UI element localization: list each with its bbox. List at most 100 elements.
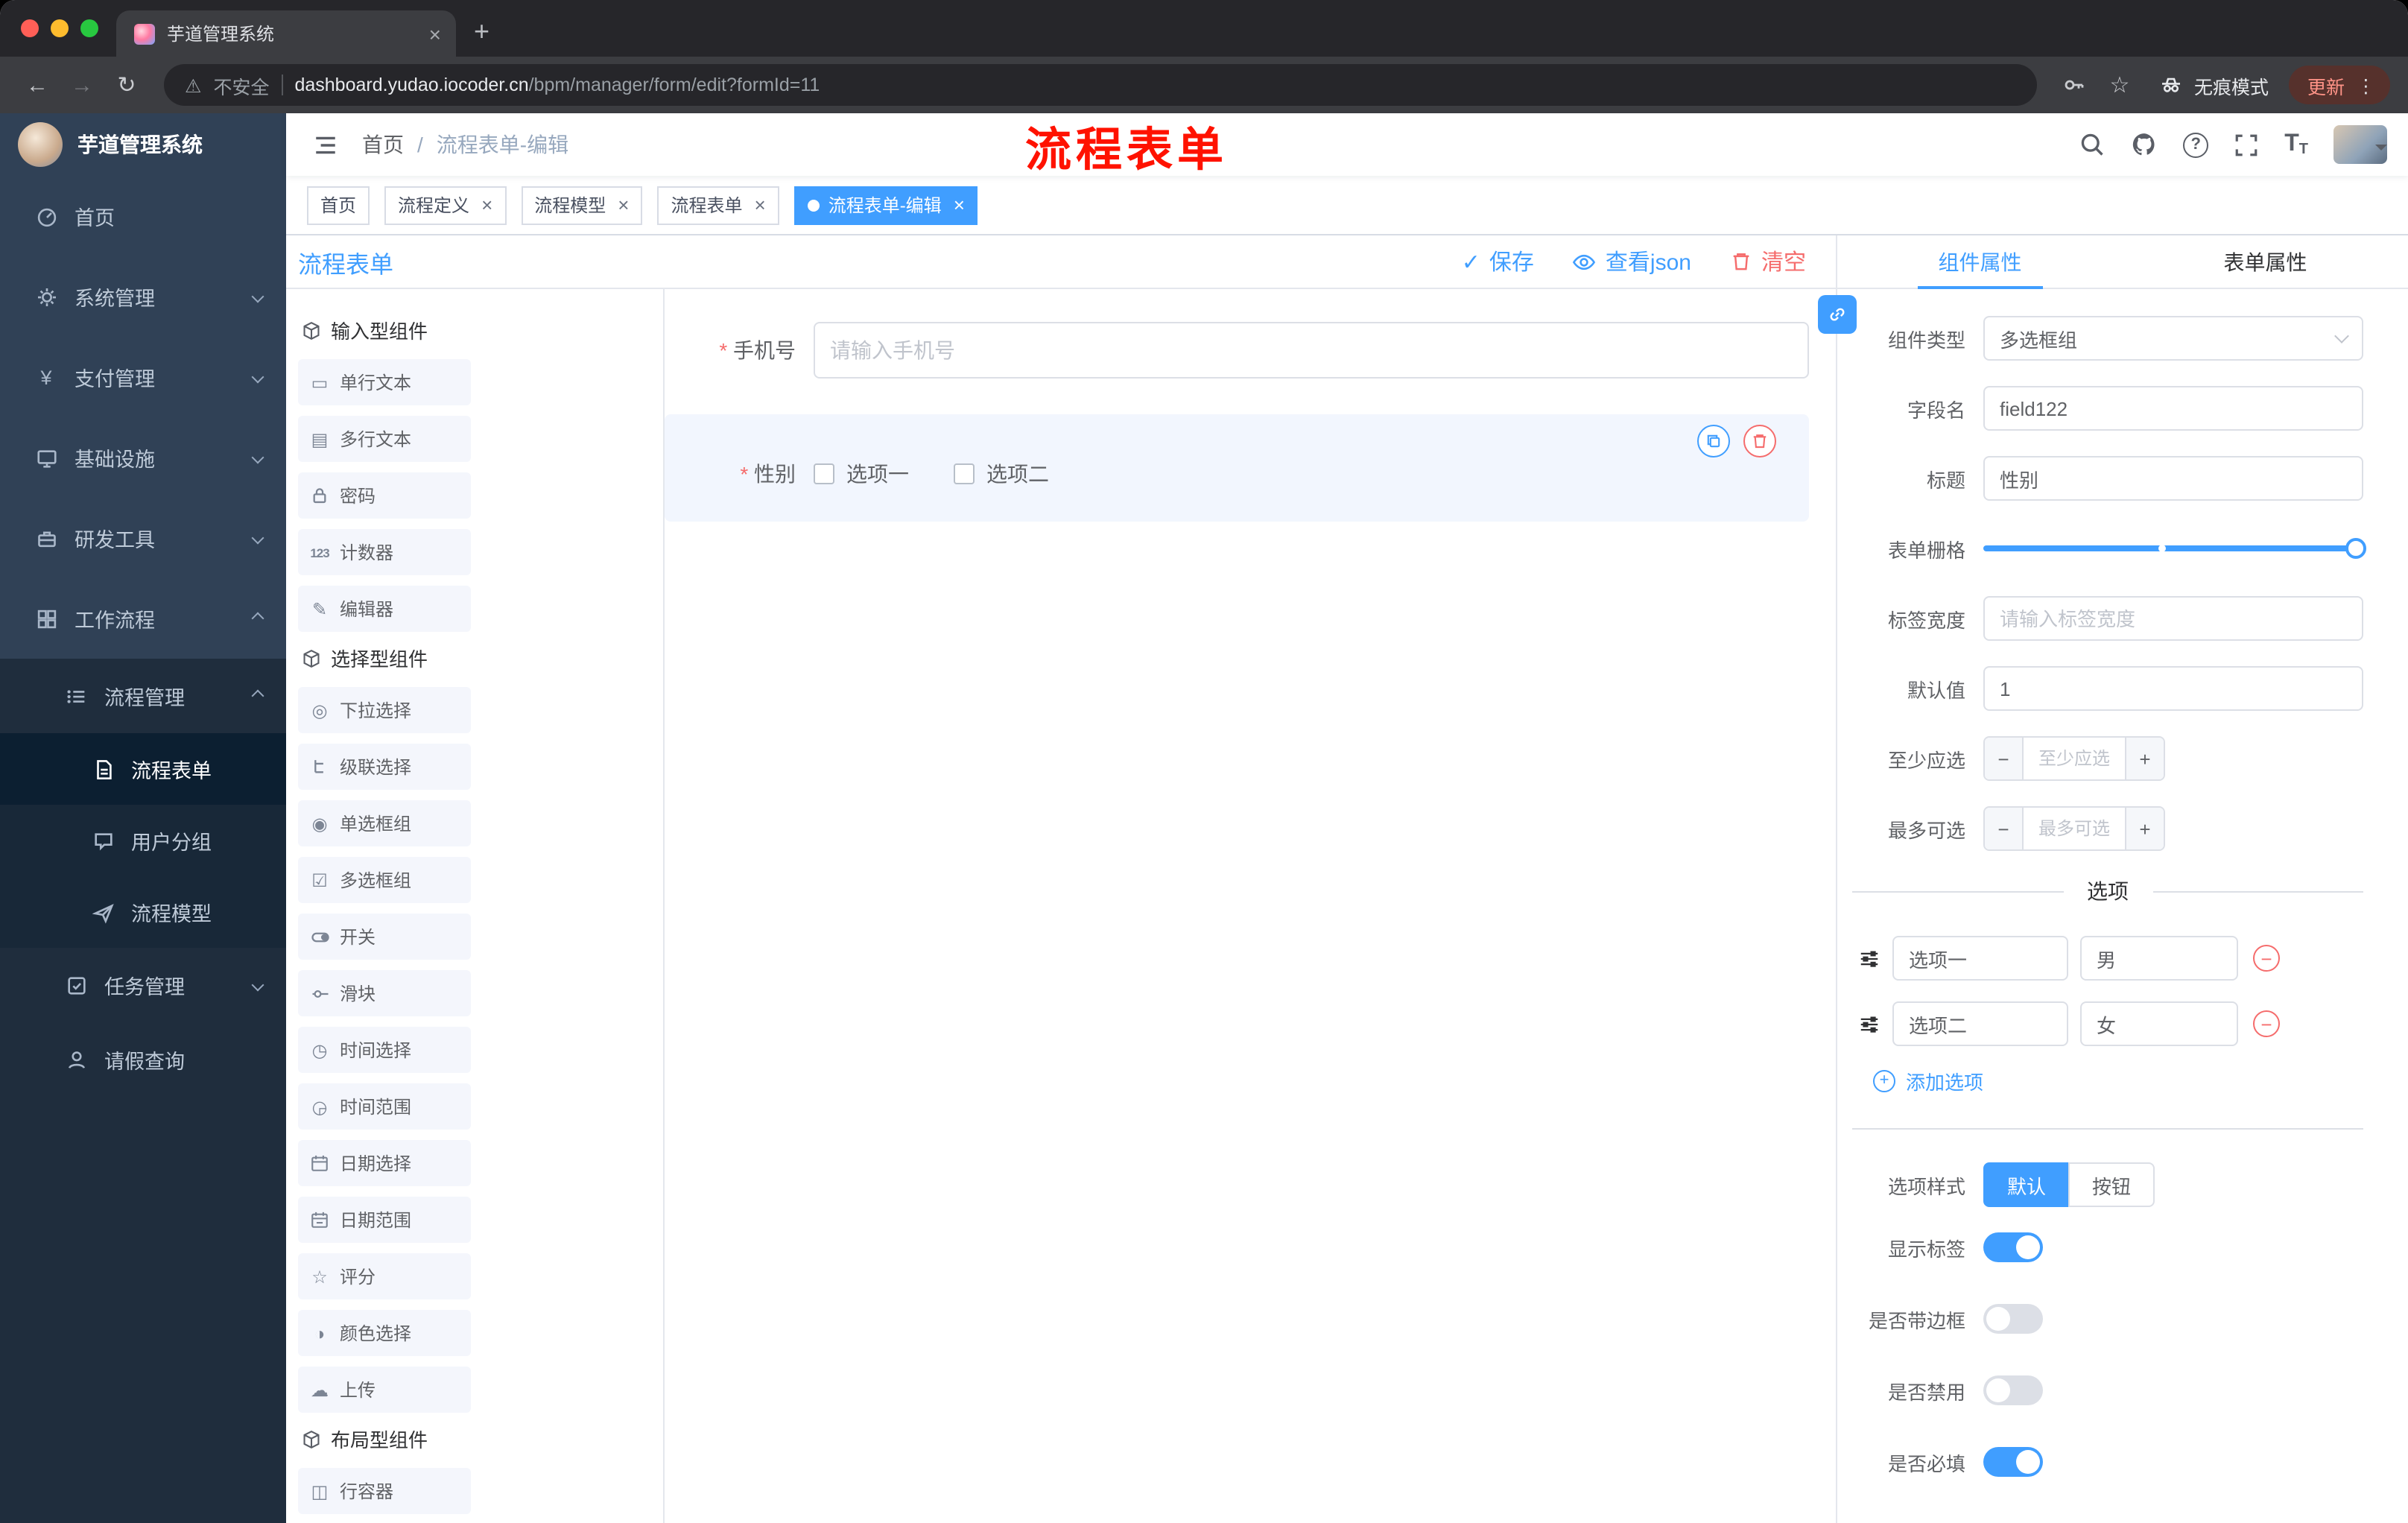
bookmark-star-icon[interactable]: ☆ bbox=[2100, 66, 2139, 104]
comp-rate[interactable]: ☆ 评分 bbox=[298, 1253, 471, 1299]
tab-form-props[interactable]: 表单属性 bbox=[2123, 235, 2408, 288]
comp-color-picker[interactable]: ◑ 颜色选择 bbox=[298, 1310, 471, 1356]
option-label-input[interactable] bbox=[1892, 936, 2068, 981]
tag-home[interactable]: 首页 bbox=[307, 186, 370, 224]
checkbox-icon[interactable] bbox=[954, 463, 975, 484]
minus-button[interactable]: − bbox=[1985, 808, 2024, 849]
save-button[interactable]: ✓ 保存 bbox=[1462, 246, 1534, 277]
window-close-button[interactable] bbox=[21, 19, 39, 37]
back-icon[interactable]: ← bbox=[18, 66, 57, 104]
close-icon[interactable]: × bbox=[481, 194, 492, 216]
style-default-button[interactable]: 默认 bbox=[1983, 1162, 2070, 1207]
sidebar-item-user-group[interactable]: 用户分组 bbox=[0, 805, 286, 876]
comp-date-range[interactable]: 日期范围 bbox=[298, 1197, 471, 1243]
option-value-input[interactable] bbox=[2080, 1001, 2238, 1046]
font-size-icon[interactable]: TT bbox=[2284, 131, 2308, 158]
address-bar[interactable]: ⚠ 不安全 dashboard.yudao.iocoder.cn/bpm/man… bbox=[164, 64, 2038, 106]
menu-dots-icon[interactable]: ⋮ bbox=[2357, 74, 2375, 96]
close-icon[interactable]: × bbox=[954, 194, 965, 216]
tag-process-form[interactable]: 流程表单 × bbox=[657, 186, 779, 224]
password-key-icon[interactable] bbox=[2056, 66, 2094, 104]
drag-handle-icon[interactable] bbox=[1858, 947, 1881, 969]
sidebar-item-infrastructure[interactable]: 基础设施 bbox=[0, 417, 286, 498]
title-input[interactable] bbox=[1983, 456, 2363, 501]
comp-date-picker[interactable]: 日期选择 bbox=[298, 1140, 471, 1186]
comp-password[interactable]: 密码 bbox=[298, 472, 471, 519]
comp-editor[interactable]: ✎ 编辑器 bbox=[298, 586, 471, 632]
window-minimize-button[interactable] bbox=[51, 19, 69, 37]
security-label[interactable]: 不安全 bbox=[213, 71, 269, 99]
sidebar-item-system[interactable]: 系统管理 bbox=[0, 256, 286, 337]
slider-handle[interactable] bbox=[2345, 538, 2366, 559]
browser-update-button[interactable]: 更新 ⋮ bbox=[2289, 66, 2390, 104]
comp-checkbox-group[interactable]: ☑ 多选框组 bbox=[298, 857, 471, 903]
max-select-input[interactable] bbox=[2024, 808, 2125, 849]
sidebar-item-process-form[interactable]: 流程表单 bbox=[0, 733, 286, 805]
disabled-toggle[interactable] bbox=[1983, 1375, 2043, 1405]
sidebar-item-task-management[interactable]: 任务管理 bbox=[0, 948, 286, 1022]
comp-slider[interactable]: 滑块 bbox=[298, 970, 471, 1016]
sidebar-item-process-model[interactable]: 流程模型 bbox=[0, 876, 286, 948]
new-tab-button[interactable]: + bbox=[474, 16, 489, 48]
copy-widget-button[interactable] bbox=[1697, 425, 1730, 457]
comp-switch[interactable]: 开关 bbox=[298, 914, 471, 960]
reload-icon[interactable]: ↻ bbox=[107, 66, 146, 104]
grid-slider[interactable] bbox=[1983, 526, 2366, 571]
view-json-button[interactable]: 查看json bbox=[1573, 246, 1691, 277]
github-icon[interactable] bbox=[2131, 131, 2158, 158]
comp-upload[interactable]: ☁ 上传 bbox=[298, 1367, 471, 1413]
default-value-input[interactable] bbox=[1983, 666, 2363, 711]
sidebar-item-workflow[interactable]: 工作流程 bbox=[0, 578, 286, 659]
browser-tab[interactable]: 芋道管理系统 × bbox=[116, 10, 456, 57]
sidebar-logo[interactable]: 芋道管理系统 bbox=[0, 113, 286, 176]
component-type-select[interactable]: 多选框组 bbox=[1983, 316, 2363, 361]
comp-single-line-text[interactable]: ▭ 单行文本 bbox=[298, 359, 471, 405]
comp-select[interactable]: ◎ 下拉选择 bbox=[298, 687, 471, 733]
window-zoom-button[interactable] bbox=[80, 19, 98, 37]
gender-widget-selected[interactable]: 性别 选项一 选项二 bbox=[665, 414, 1809, 522]
comp-multi-line-text[interactable]: ▤ 多行文本 bbox=[298, 416, 471, 462]
close-icon[interactable]: × bbox=[755, 194, 766, 216]
phone-field-row[interactable]: 手机号 bbox=[665, 322, 1809, 379]
style-button-button[interactable]: 按钮 bbox=[2068, 1162, 2155, 1207]
close-icon[interactable]: × bbox=[618, 194, 629, 216]
tab-component-props[interactable]: 组件属性 bbox=[1837, 235, 2123, 288]
user-menu[interactable] bbox=[2333, 125, 2387, 164]
hamburger-icon[interactable] bbox=[313, 132, 338, 157]
show-label-toggle[interactable] bbox=[1983, 1232, 2043, 1262]
breadcrumb-home[interactable]: 首页 bbox=[362, 130, 404, 159]
sidebar-item-payment[interactable]: ¥ 支付管理 bbox=[0, 337, 286, 417]
checkbox-icon[interactable] bbox=[814, 463, 834, 484]
tag-process-model[interactable]: 流程模型 × bbox=[521, 186, 643, 224]
tab-close-icon[interactable]: × bbox=[426, 22, 444, 45]
border-toggle[interactable] bbox=[1983, 1304, 2043, 1334]
required-toggle[interactable] bbox=[1983, 1447, 2043, 1477]
forward-icon[interactable]: → bbox=[63, 66, 101, 104]
delete-widget-button[interactable] bbox=[1743, 425, 1776, 457]
design-canvas[interactable]: 手机号 性别 bbox=[665, 289, 1836, 1523]
sidebar-item-process-management[interactable]: 流程管理 bbox=[0, 659, 286, 733]
search-icon[interactable] bbox=[2079, 131, 2106, 158]
option-value-input[interactable] bbox=[2080, 936, 2238, 981]
fullscreen-icon[interactable] bbox=[2234, 132, 2259, 157]
gender-option-1[interactable]: 选项一 bbox=[814, 459, 909, 489]
phone-input[interactable] bbox=[814, 322, 1809, 379]
plus-button[interactable]: + bbox=[2125, 738, 2164, 779]
clear-button[interactable]: 清空 bbox=[1730, 246, 1806, 277]
comp-time-picker[interactable]: ◷ 时间选择 bbox=[298, 1027, 471, 1073]
tag-process-form-edit[interactable]: 流程表单-编辑 × bbox=[793, 186, 978, 224]
add-option-button[interactable]: + 添加选项 bbox=[1873, 1067, 2363, 1095]
tag-process-definition[interactable]: 流程定义 × bbox=[384, 186, 507, 224]
label-width-input[interactable] bbox=[1983, 596, 2363, 641]
comp-row-container[interactable]: ◫ 行容器 bbox=[298, 1468, 471, 1514]
minus-button[interactable]: − bbox=[1985, 738, 2024, 779]
sidebar-item-leave-query[interactable]: 请假查询 bbox=[0, 1022, 286, 1097]
help-icon[interactable]: ? bbox=[2183, 132, 2209, 157]
sidebar-item-devtools[interactable]: 研发工具 bbox=[0, 498, 286, 578]
gender-option-2[interactable]: 选项二 bbox=[954, 459, 1049, 489]
drag-handle-icon[interactable] bbox=[1858, 1013, 1881, 1035]
comp-time-range[interactable]: ◶ 时间范围 bbox=[298, 1083, 471, 1130]
min-select-input[interactable] bbox=[2024, 738, 2125, 779]
comp-radio-group[interactable]: ◉ 单选框组 bbox=[298, 800, 471, 846]
remove-option-button[interactable]: − bbox=[2253, 945, 2280, 972]
